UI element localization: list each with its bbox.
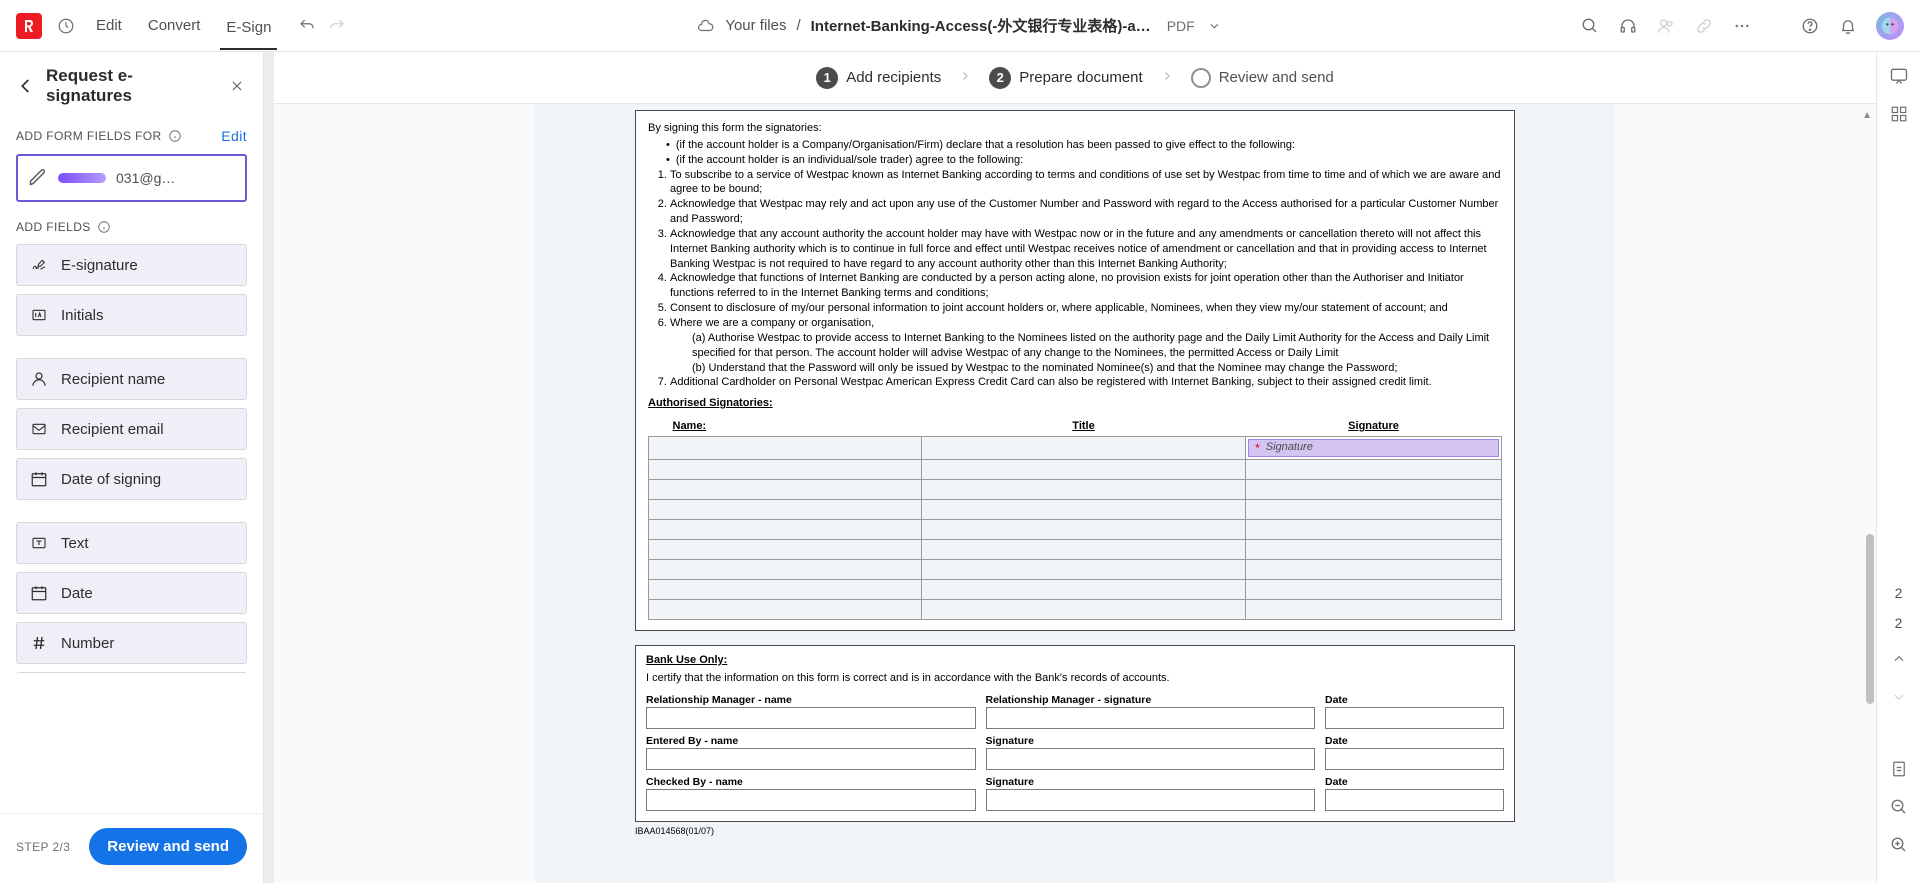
edit-recipients-link[interactable]: Edit <box>221 128 247 144</box>
field-initials[interactable]: Initials <box>16 294 247 336</box>
page-current[interactable]: 2 <box>1895 585 1903 601</box>
avatar[interactable] <box>1876 12 1904 40</box>
headphones-icon[interactable] <box>1618 16 1638 36</box>
entered-signature-input[interactable] <box>986 748 1316 770</box>
right-rail: 2 2 <box>1876 52 1920 883</box>
back-icon[interactable] <box>16 76 36 96</box>
search-icon[interactable] <box>1580 16 1600 36</box>
email-icon <box>29 421 49 437</box>
checked-signature-input[interactable] <box>986 789 1316 811</box>
scrollbar-thumb[interactable] <box>1866 534 1874 704</box>
menu-esign[interactable]: E-Sign <box>220 15 277 50</box>
step-review-send[interactable]: Review and send <box>1191 68 1334 88</box>
more-icon[interactable] <box>1732 16 1752 36</box>
calendar-icon <box>29 584 49 602</box>
step-add-recipients[interactable]: 1 Add recipients <box>816 67 941 89</box>
calendar-icon <box>29 470 49 488</box>
document-viewport[interactable]: ▲ By signing this form the signatories: … <box>274 104 1876 883</box>
recipient-email-fragment: 031@g… <box>116 170 175 186</box>
rm-signature-input[interactable] <box>986 707 1316 729</box>
step-indicator: STEP 2/3 <box>16 840 70 854</box>
chevron-down-icon[interactable] <box>1205 16 1225 36</box>
app-menubar: Edit Convert E-Sign Your files / Interne… <box>0 0 1920 52</box>
page-down-icon <box>1889 687 1909 707</box>
person-icon <box>29 370 49 388</box>
review-and-send-button[interactable]: Review and send <box>89 828 247 865</box>
field-recipient-name[interactable]: Recipient name <box>16 358 247 400</box>
page-total: 2 <box>1895 615 1903 631</box>
rm-name-input[interactable] <box>646 707 976 729</box>
sidebar-scrollbar[interactable] <box>264 52 274 883</box>
breadcrumb-file[interactable]: Internet-Banking-Access(-外文银行专业表格)-a… <box>811 15 1151 36</box>
terms-box: By signing this form the signatories: (i… <box>635 110 1515 631</box>
rm-date-input[interactable] <box>1325 707 1504 729</box>
panel-title: Request e-signatures <box>46 66 217 106</box>
redo-icon <box>327 16 347 36</box>
signatories-table: Name: Title Signature * Signature <box>648 417 1502 620</box>
field-esignature[interactable]: E-signature <box>16 244 247 286</box>
document-page: By signing this form the signatories: (i… <box>535 104 1615 883</box>
bank-use-only-box: Bank Use Only: I certify that the inform… <box>635 645 1515 822</box>
hash-icon <box>29 634 49 652</box>
chat-panel-icon[interactable] <box>1889 66 1909 86</box>
file-type-label: PDF <box>1167 18 1195 34</box>
authorised-signatories-heading: Authorised Signatories: <box>648 396 1502 411</box>
acrobat-logo-icon <box>16 13 42 39</box>
close-panel-icon[interactable] <box>227 76 247 96</box>
cloud-icon[interactable] <box>695 16 715 36</box>
field-text[interactable]: Text <box>16 522 247 564</box>
undo-icon[interactable] <box>297 16 317 36</box>
field-date-of-signing[interactable]: Date of signing <box>16 458 247 500</box>
fit-page-icon[interactable] <box>1889 759 1909 779</box>
chevron-right-icon <box>959 70 971 85</box>
required-star-icon: * <box>1255 440 1260 456</box>
entered-date-input[interactable] <box>1325 748 1504 770</box>
info-icon[interactable] <box>97 220 111 234</box>
share-people-icon <box>1656 16 1676 36</box>
checked-date-input[interactable] <box>1325 789 1504 811</box>
text-icon <box>29 535 49 551</box>
breadcrumb: Your files / Internet-Banking-Access(-外文… <box>695 15 1224 36</box>
step-bar: 1 Add recipients 2 Prepare document Revi… <box>274 52 1876 104</box>
link-icon <box>1694 16 1714 36</box>
signature-squiggle-icon <box>58 173 106 183</box>
chevron-right-icon <box>1161 70 1173 85</box>
field-number[interactable]: Number <box>16 622 247 664</box>
page-up-icon[interactable] <box>1889 649 1909 669</box>
field-recipient-email[interactable]: Recipient email <box>16 408 247 450</box>
checked-name-input[interactable] <box>646 789 976 811</box>
signature-icon <box>29 257 49 273</box>
form-number: IBAA014568(01/07) <box>635 826 1515 836</box>
scroll-up-icon[interactable]: ▲ <box>1862 110 1872 121</box>
pen-icon <box>28 167 48 190</box>
menu-convert[interactable]: Convert <box>142 13 207 38</box>
empty-circle-icon <box>1191 68 1211 88</box>
info-icon[interactable] <box>168 129 182 143</box>
entered-name-input[interactable] <box>646 748 976 770</box>
bell-icon[interactable] <box>1838 16 1858 36</box>
sidebar: Request e-signatures ADD FORM FIELDS FOR… <box>0 52 264 883</box>
initials-icon <box>29 307 49 323</box>
breadcrumb-root[interactable]: Your files <box>725 17 786 34</box>
recent-icon[interactable] <box>56 16 76 36</box>
help-icon[interactable] <box>1800 16 1820 36</box>
step-prepare-document[interactable]: 2 Prepare document <box>989 67 1142 89</box>
add-fields-label: ADD FIELDS <box>16 220 247 234</box>
field-date[interactable]: Date <box>16 572 247 614</box>
signature-form-field[interactable]: * Signature <box>1248 439 1499 457</box>
zoom-in-icon[interactable] <box>1889 835 1909 855</box>
recipient-card[interactable]: 031@g… <box>16 154 247 202</box>
grid-panel-icon[interactable] <box>1889 104 1909 124</box>
zoom-out-icon[interactable] <box>1889 797 1909 817</box>
breadcrumb-sep: / <box>796 17 800 34</box>
menu-edit[interactable]: Edit <box>90 13 128 38</box>
add-form-fields-label: ADD FORM FIELDS FOR Edit <box>16 128 247 144</box>
